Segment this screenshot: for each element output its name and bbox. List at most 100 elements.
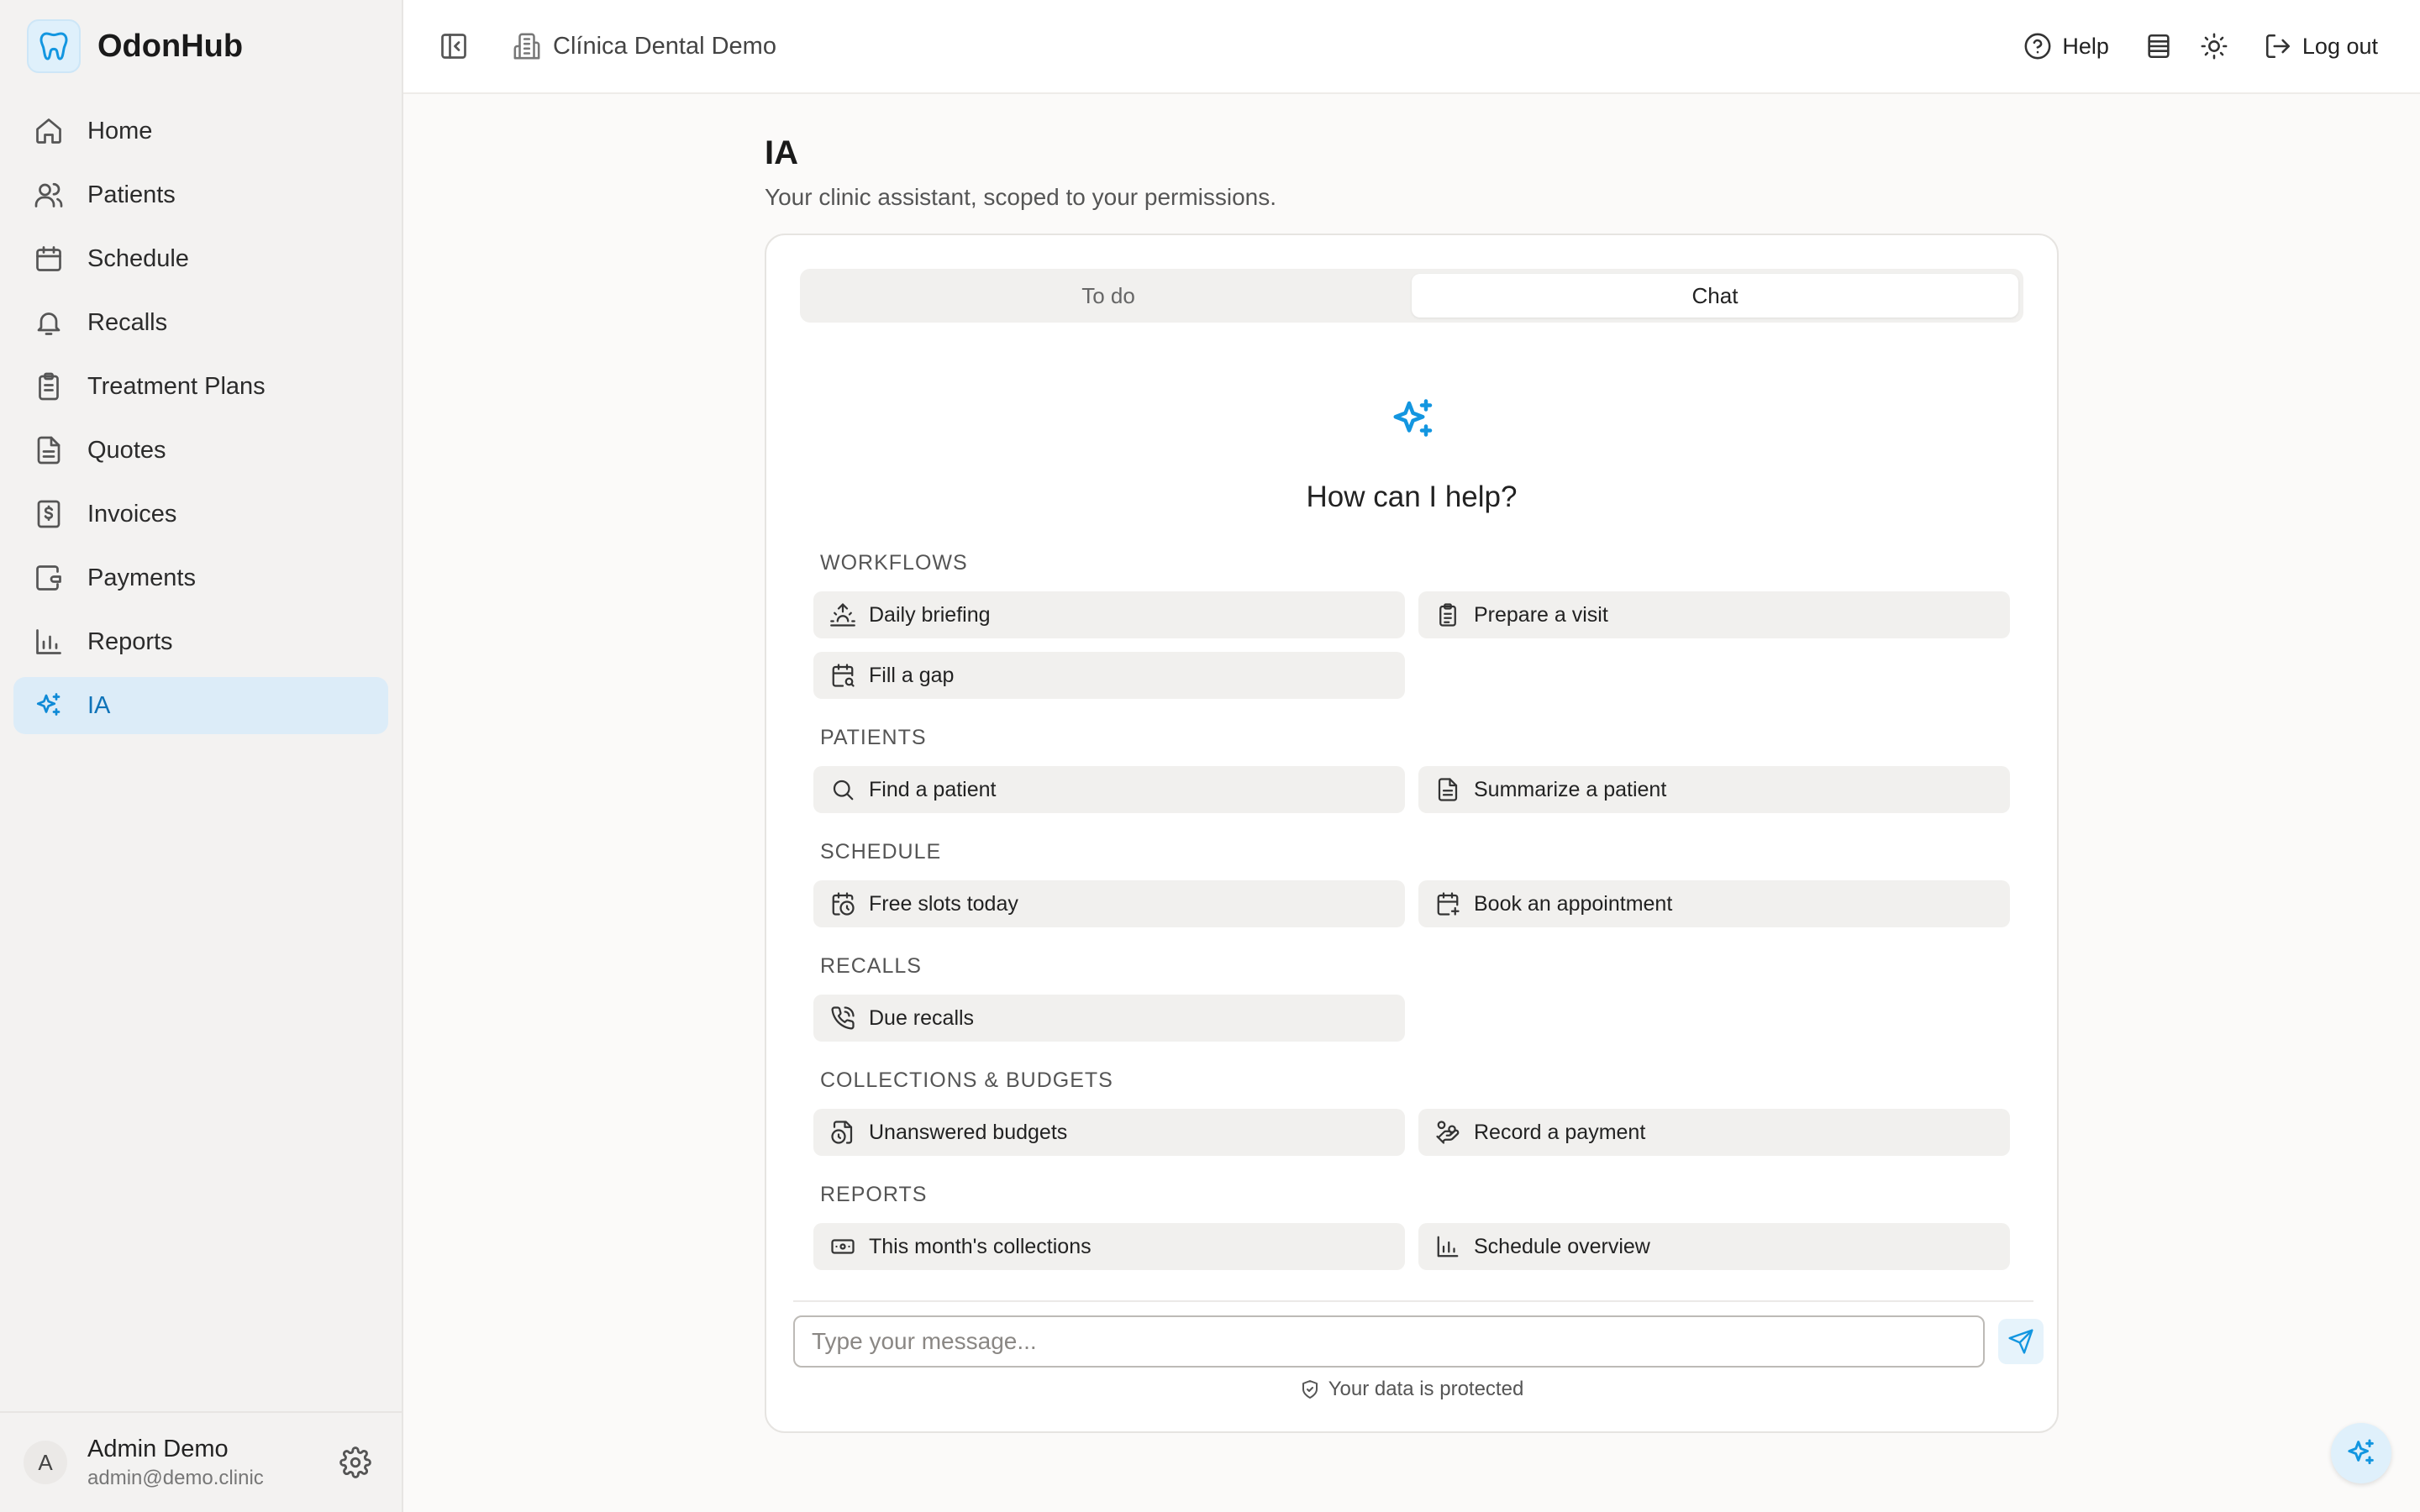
sidebar-item-label: Reports [87,627,173,655]
calendar-plus-icon [1437,892,1460,916]
bar-chart-icon [1437,1236,1459,1257]
rows-icon [2148,34,2170,59]
assistant-fab-button[interactable] [2331,1423,2391,1483]
sidebar-item-home[interactable]: Home [13,102,388,160]
theme-toggle-button[interactable] [2200,32,2228,60]
sidebar-item-label: Schedule [87,244,189,272]
hand-coins-icon [1436,1121,1460,1144]
prompt-label: Fill a gap [869,663,955,687]
prompt-schedule-overview[interactable]: Schedule overview [1418,1223,2010,1270]
clipboard-list-icon [1439,603,1456,627]
clipboard-icon [39,372,59,401]
sidebar-item-invoices[interactable]: Invoices [13,486,388,543]
send-button[interactable] [1998,1319,2044,1364]
calendar-search-icon [832,664,855,687]
file-text-icon [1438,778,1458,801]
prompt-summarize-a-patient[interactable]: Summarize a patient [1418,766,2010,813]
tab-chat[interactable]: Chat [1412,274,2018,318]
prompt-label: Summarize a patient [1474,777,1667,801]
prompt-label: This month's collections [869,1234,1092,1258]
prompt-label: Free slots today [869,891,1018,916]
logout-button[interactable]: Log out [2264,32,2378,60]
file-text-icon [37,436,60,465]
sidebar-item-label: Patients [87,181,176,208]
sidebar-item-recalls[interactable]: Recalls [13,294,388,351]
help-label: Help [2062,33,2109,59]
sidebar-toggle-icon[interactable] [439,31,469,61]
sidebar-item-label: Invoices [87,500,177,528]
help-circle-icon [2024,33,2051,60]
prompt-free-slots-today[interactable]: Free slots today [813,880,1405,927]
sparkles-icon [1393,399,1433,437]
section-label-patients: PATIENTS [820,726,927,749]
tooth-icon [27,19,81,73]
shield-check-icon [1302,1380,1318,1399]
layout-toggle-button[interactable] [2144,32,2173,60]
gear-icon[interactable] [339,1446,371,1478]
sidebar-item-schedule[interactable]: Schedule [13,230,388,287]
prompt-label: Record a payment [1474,1120,1646,1144]
sparkles-icon [36,693,60,716]
page-title: IA [765,134,798,171]
user-footer: A Admin Demo admin@demo.clinic [0,1411,402,1512]
prompt-unanswered-budgets[interactable]: Unanswered budgets [813,1109,1405,1156]
main-area: Clínica Dental Demo Help Log out IA Your… [403,0,2420,1512]
prompt-record-a-payment[interactable]: Record a payment [1418,1109,2010,1156]
prompt-due-recalls[interactable]: Due recalls [813,995,1405,1042]
tab-bar: To do Chat [800,269,2023,323]
sidebar-item-label: Payments [87,564,196,591]
user-name: Admin Demo [87,1435,229,1462]
prompt-find-a-patient[interactable]: Find a patient [813,766,1405,813]
section-label-recalls: RECALLS [820,954,922,978]
sidebar-item-ia[interactable]: IA [13,677,388,734]
top-actions: Help Log out [2023,0,2378,92]
sidebar-item-payments[interactable]: Payments [13,549,388,606]
brand[interactable]: OdonHub [0,0,402,92]
sidebar-item-quotes[interactable]: Quotes [13,422,388,479]
prompt-prepare-a-visit[interactable]: Prepare a visit [1418,591,2010,638]
prompt-this-months-collections[interactable]: This month's collections [813,1223,1405,1270]
privacy-note: Your data is protected [766,1378,2057,1401]
calendar-icon [36,246,61,271]
tab-to-do[interactable]: To do [805,274,1412,318]
prompt-book-an-appointment[interactable]: Book an appointment [1418,880,2010,927]
sidebar: OdonHub Home Patients Schedule Recalls T… [0,0,403,1512]
home-icon [36,118,61,144]
bell-icon [37,312,60,335]
prompt-label: Daily briefing [869,602,991,627]
wallet-icon [36,565,61,591]
sidebar-item-label: Recalls [87,308,168,336]
prompt-label: Prepare a visit [1474,602,1608,627]
sidebar-item-label: IA [87,691,111,719]
prompt-label: Book an appointment [1474,891,1673,916]
building-icon [513,33,540,60]
help-button[interactable]: Help [2023,32,2109,60]
sidebar-item-label: Quotes [87,436,166,464]
user-info: Admin Demo admin@demo.clinic [87,1436,264,1490]
prompt-label: Schedule overview [1474,1234,1650,1258]
users-icon [34,182,63,207]
logout-label: Log out [2302,33,2378,59]
sunrise-icon [830,603,855,627]
banknote-icon [831,1239,855,1254]
privacy-text: Your data is protected [1328,1378,1524,1400]
sidebar-item-treatment-plans[interactable]: Treatment Plans [13,358,388,415]
prompt-label: Unanswered budgets [869,1120,1068,1144]
page-header: IA Your clinic assistant, scoped to your… [765,134,2059,211]
composer-divider [793,1300,2033,1302]
chat-heading: How can I help? [1306,480,1518,513]
sidebar-nav: Home Patients Schedule Recalls Treatment… [0,92,402,734]
brand-name: OdonHub [97,28,244,64]
app-root: OdonHub Home Patients Schedule Recalls T… [0,0,2420,1512]
avatar[interactable]: A [24,1441,67,1484]
sparkles-icon [2348,1439,2374,1465]
topbar: Clínica Dental Demo Help Log out [403,0,2420,94]
sun-icon [2201,33,2228,60]
prompt-daily-briefing[interactable]: Daily briefing [813,591,1405,638]
prompt-fill-a-gap[interactable]: Fill a gap [813,652,1405,699]
sidebar-item-label: Home [87,117,153,144]
sidebar-item-reports[interactable]: Reports [13,613,388,670]
message-input[interactable] [793,1315,1985,1368]
sidebar-item-patients[interactable]: Patients [13,166,388,223]
section-label-schedule: SCHEDULE [820,840,942,864]
